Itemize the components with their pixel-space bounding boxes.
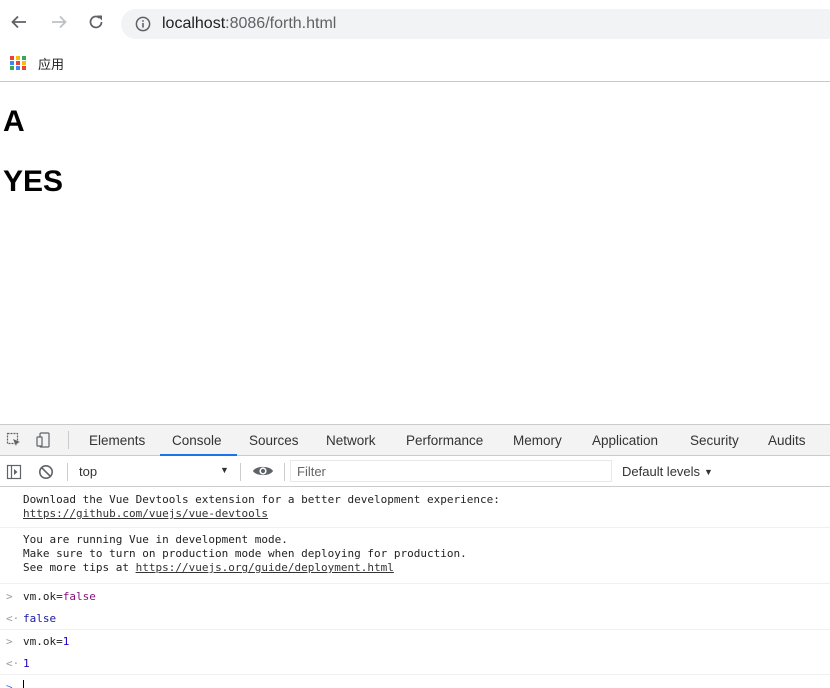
info-icon[interactable]: [135, 16, 151, 32]
console-output: Download the Vue Devtools extension for …: [0, 488, 830, 688]
device-toolbar-icon[interactable]: [36, 432, 52, 448]
tab-security[interactable]: Security: [690, 433, 739, 448]
message-text: See more tips at: [23, 561, 136, 574]
console-input-entry: > vm.ok=1: [0, 631, 830, 653]
url-text[interactable]: localhost:8086/forth.html: [162, 14, 336, 34]
result-value: false: [23, 612, 57, 625]
context-selector[interactable]: top: [79, 464, 97, 479]
apps-grid-dot: [10, 66, 14, 70]
tab-sources[interactable]: Sources: [249, 433, 299, 448]
tab-performance[interactable]: Performance: [406, 433, 483, 448]
tab-console[interactable]: Console: [172, 433, 222, 448]
apps-grid-dot: [10, 61, 14, 65]
apps-grid-dot: [22, 66, 26, 70]
arrow-right-icon: [52, 15, 67, 29]
forward-button[interactable]: [47, 10, 71, 34]
input-chevron-icon: >: [6, 635, 13, 648]
browser-toolbar: localhost:8086/forth.html: [0, 0, 830, 46]
console-result-entry: <· 1: [0, 653, 830, 675]
apps-grid-icon: [10, 56, 26, 70]
input-code: vm.ok=: [23, 590, 63, 603]
toolbar-divider: [67, 463, 68, 481]
page-content: A YES: [0, 83, 830, 424]
filter-box: [290, 460, 612, 482]
console-prompt[interactable]: >: [0, 677, 830, 688]
toolbar-divider: [240, 463, 241, 481]
arrow-left-icon: [11, 15, 26, 29]
heading-a: A: [3, 105, 25, 138]
console-toolbar: top ▼ Default levels▼: [0, 456, 830, 487]
apps-grid-dot: [16, 61, 20, 65]
log-levels-label: Default levels: [622, 464, 701, 479]
live-expression-eye-icon[interactable]: [252, 464, 274, 478]
deployment-guide-link[interactable]: https://vuejs.org/guide/deployment.html: [136, 561, 394, 574]
result-value: 1: [23, 657, 30, 670]
address-bar[interactable]: localhost:8086/forth.html: [121, 9, 830, 39]
bookmarks-bar: 应用: [0, 46, 830, 82]
message-text: Download the Vue Devtools extension for …: [23, 493, 500, 506]
log-levels-dropdown[interactable]: Default levels ▼: [622, 464, 713, 479]
toolbar-divider: [284, 463, 285, 481]
back-button[interactable]: [7, 10, 31, 34]
devtools-tabbar: Elements Console Sources Network Perform…: [0, 425, 830, 456]
message-text: You are running Vue in development mode.: [23, 533, 288, 546]
result-chevron-icon: <·: [6, 612, 20, 625]
result-chevron-icon: <·: [6, 657, 20, 670]
sidebar-toggle-icon[interactable]: [6, 464, 22, 480]
tab-elements[interactable]: Elements: [89, 433, 145, 448]
apps-grid-dot: [22, 61, 26, 65]
message-text: Make sure to turn on production mode whe…: [23, 547, 467, 560]
console-message: Download the Vue Devtools extension for …: [0, 488, 830, 528]
url-path: :8086/forth.html: [225, 15, 337, 32]
levels-dropdown-icon: ▼: [704, 467, 713, 477]
toolbar-divider: [68, 431, 69, 449]
clear-console-icon[interactable]: [38, 464, 54, 480]
tab-application[interactable]: Application: [592, 433, 658, 448]
console-input-entry: > vm.ok=false: [0, 586, 830, 608]
input-value: false: [62, 590, 96, 603]
tab-memory[interactable]: Memory: [513, 433, 562, 448]
input-code: vm.ok=: [23, 635, 63, 648]
apps-grid-dot: [16, 56, 20, 60]
reload-button[interactable]: [84, 10, 108, 34]
inspect-element-icon[interactable]: [6, 432, 22, 448]
console-message: You are running Vue in development mode.…: [0, 528, 830, 584]
apps-grid-dot: [22, 56, 26, 60]
input-chevron-icon: >: [6, 590, 13, 603]
tab-audits[interactable]: Audits: [768, 433, 806, 448]
apps-grid-dot: [10, 56, 14, 60]
devtools-panel: Elements Console Sources Network Perform…: [0, 424, 830, 688]
heading-yes: YES: [3, 165, 64, 198]
apps-label: 应用: [38, 57, 65, 73]
vue-devtools-link[interactable]: https://github.com/vuejs/vue-devtools: [23, 507, 268, 520]
filter-input[interactable]: [291, 461, 611, 481]
input-value: 1: [62, 635, 70, 648]
apps-shortcut[interactable]: 应用: [10, 54, 65, 73]
context-dropdown-icon[interactable]: ▼: [220, 465, 229, 475]
url-host: localhost: [162, 15, 226, 32]
text-caret: [23, 680, 24, 688]
console-result-entry: <· false: [0, 608, 830, 630]
apps-grid-dot: [16, 66, 20, 70]
tab-network[interactable]: Network: [326, 433, 376, 448]
reload-icon: [89, 15, 103, 29]
prompt-chevron-icon: >: [6, 681, 13, 688]
